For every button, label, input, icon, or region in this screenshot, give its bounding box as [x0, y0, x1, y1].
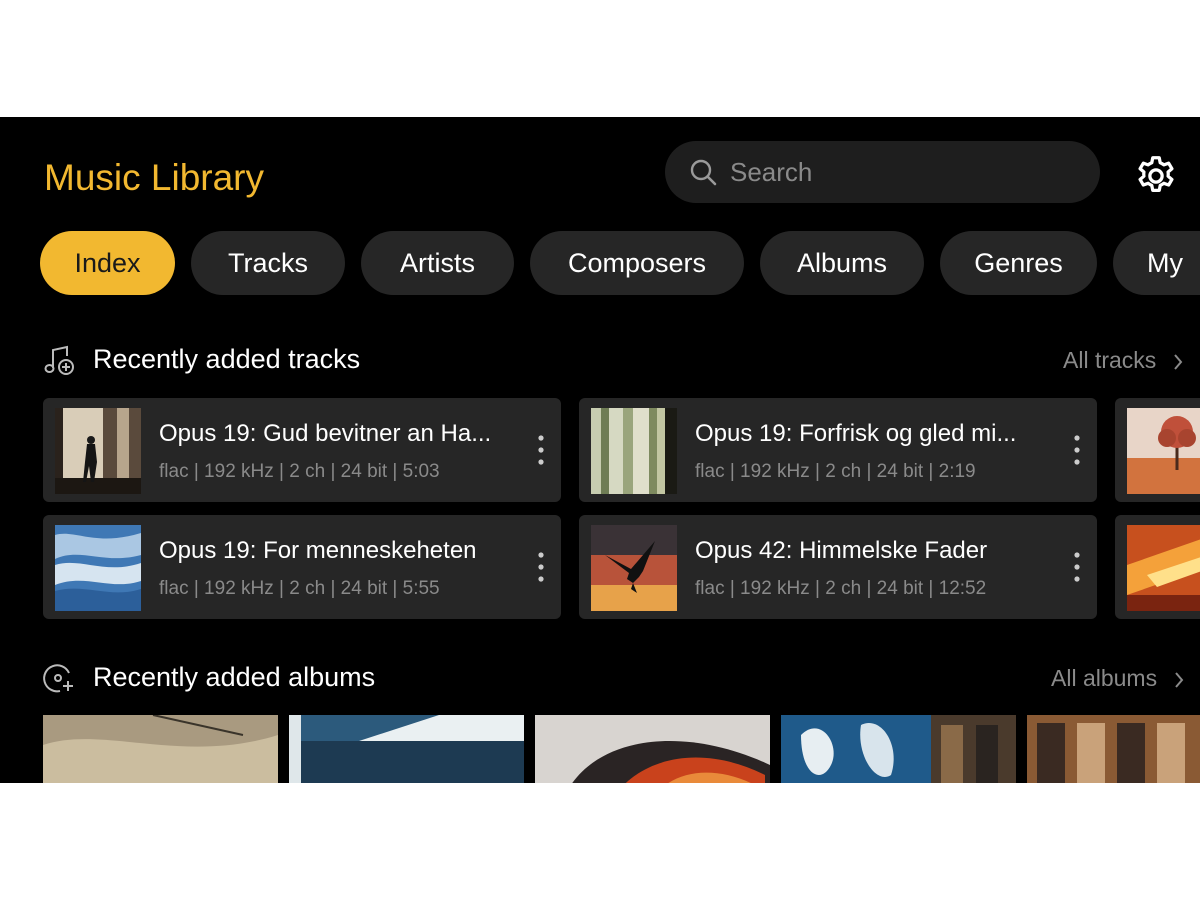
track-title: Opus 19: Forfrisk og gled mi...: [695, 420, 1017, 447]
album-art: [1127, 408, 1200, 494]
album-cover[interactable]: [781, 715, 1016, 783]
track-meta: flac | 192 kHz | 2 ch | 24 bit | 2:19: [695, 461, 976, 482]
all-albums-link[interactable]: All albums: [1051, 665, 1184, 692]
album-art: [55, 408, 141, 494]
track-meta: flac | 192 kHz | 2 ch | 24 bit | 5:03: [159, 461, 440, 482]
tab-my[interactable]: My: [1113, 231, 1200, 295]
track-card[interactable]: Opus 19: Forfrisk og gled mi... flac | 1…: [579, 398, 1097, 502]
all-tracks-label: All tracks: [1063, 347, 1157, 373]
album-cover[interactable]: [1027, 715, 1200, 783]
search-input[interactable]: Search: [730, 157, 812, 188]
music-note-add-icon: [44, 345, 74, 375]
all-tracks-link[interactable]: All tracks: [1063, 347, 1183, 374]
album-art: [1127, 525, 1200, 611]
track-title: Opus 19: For menneskeheten: [159, 537, 477, 564]
album-cover[interactable]: [289, 715, 524, 783]
more-options-icon[interactable]: [1071, 551, 1083, 583]
tab-bar: Index Tracks Artists Composers Albums Ge…: [40, 231, 1200, 295]
search-icon: [690, 159, 717, 186]
album-art: [591, 525, 677, 611]
album-cover[interactable]: [535, 715, 770, 783]
tab-index[interactable]: Index: [40, 231, 175, 295]
track-meta: flac | 192 kHz | 2 ch | 24 bit | 5:55: [159, 578, 440, 599]
more-options-icon[interactable]: [1071, 434, 1083, 466]
gear-icon[interactable]: [1133, 153, 1179, 199]
track-title: Opus 42: Himmelske Fader: [695, 537, 988, 564]
track-card[interactable]: Opus 19: Gud bevitner an Ha... flac | 19…: [43, 398, 561, 502]
page-title: Music Library: [44, 157, 264, 198]
tab-genres[interactable]: Genres: [940, 231, 1097, 295]
music-library-app: Music Library Search Index Tracks Artist…: [0, 117, 1200, 783]
all-albums-label: All albums: [1051, 665, 1158, 691]
track-card[interactable]: Opus 42: Himmelske Fader flac | 192 kHz …: [579, 515, 1097, 619]
chevron-right-icon: [1173, 354, 1183, 370]
album-cover[interactable]: [43, 715, 278, 783]
track-meta: flac | 192 kHz | 2 ch | 24 bit | 12:52: [695, 578, 987, 599]
track-title: Opus 19: Gud bevitner an Ha...: [159, 420, 492, 447]
tab-albums[interactable]: Albums: [760, 231, 924, 295]
track-card[interactable]: [1115, 398, 1200, 502]
tab-composers[interactable]: Composers: [530, 231, 744, 295]
track-card[interactable]: Opus 19: For menneskeheten flac | 192 kH…: [43, 515, 561, 619]
tab-tracks[interactable]: Tracks: [191, 231, 345, 295]
chevron-right-icon: [1174, 672, 1183, 688]
more-options-icon[interactable]: [535, 551, 547, 583]
more-options-icon[interactable]: [535, 434, 547, 466]
track-card[interactable]: [1115, 515, 1200, 619]
album-art: [55, 525, 141, 611]
album-art: [591, 408, 677, 494]
tab-artists[interactable]: Artists: [361, 231, 514, 295]
section-title-recent-tracks: Recently added tracks: [93, 344, 361, 374]
search-bar[interactable]: Search: [665, 141, 1100, 203]
disc-add-icon: [43, 664, 73, 693]
section-title-recent-albums: Recently added albums: [93, 662, 376, 692]
